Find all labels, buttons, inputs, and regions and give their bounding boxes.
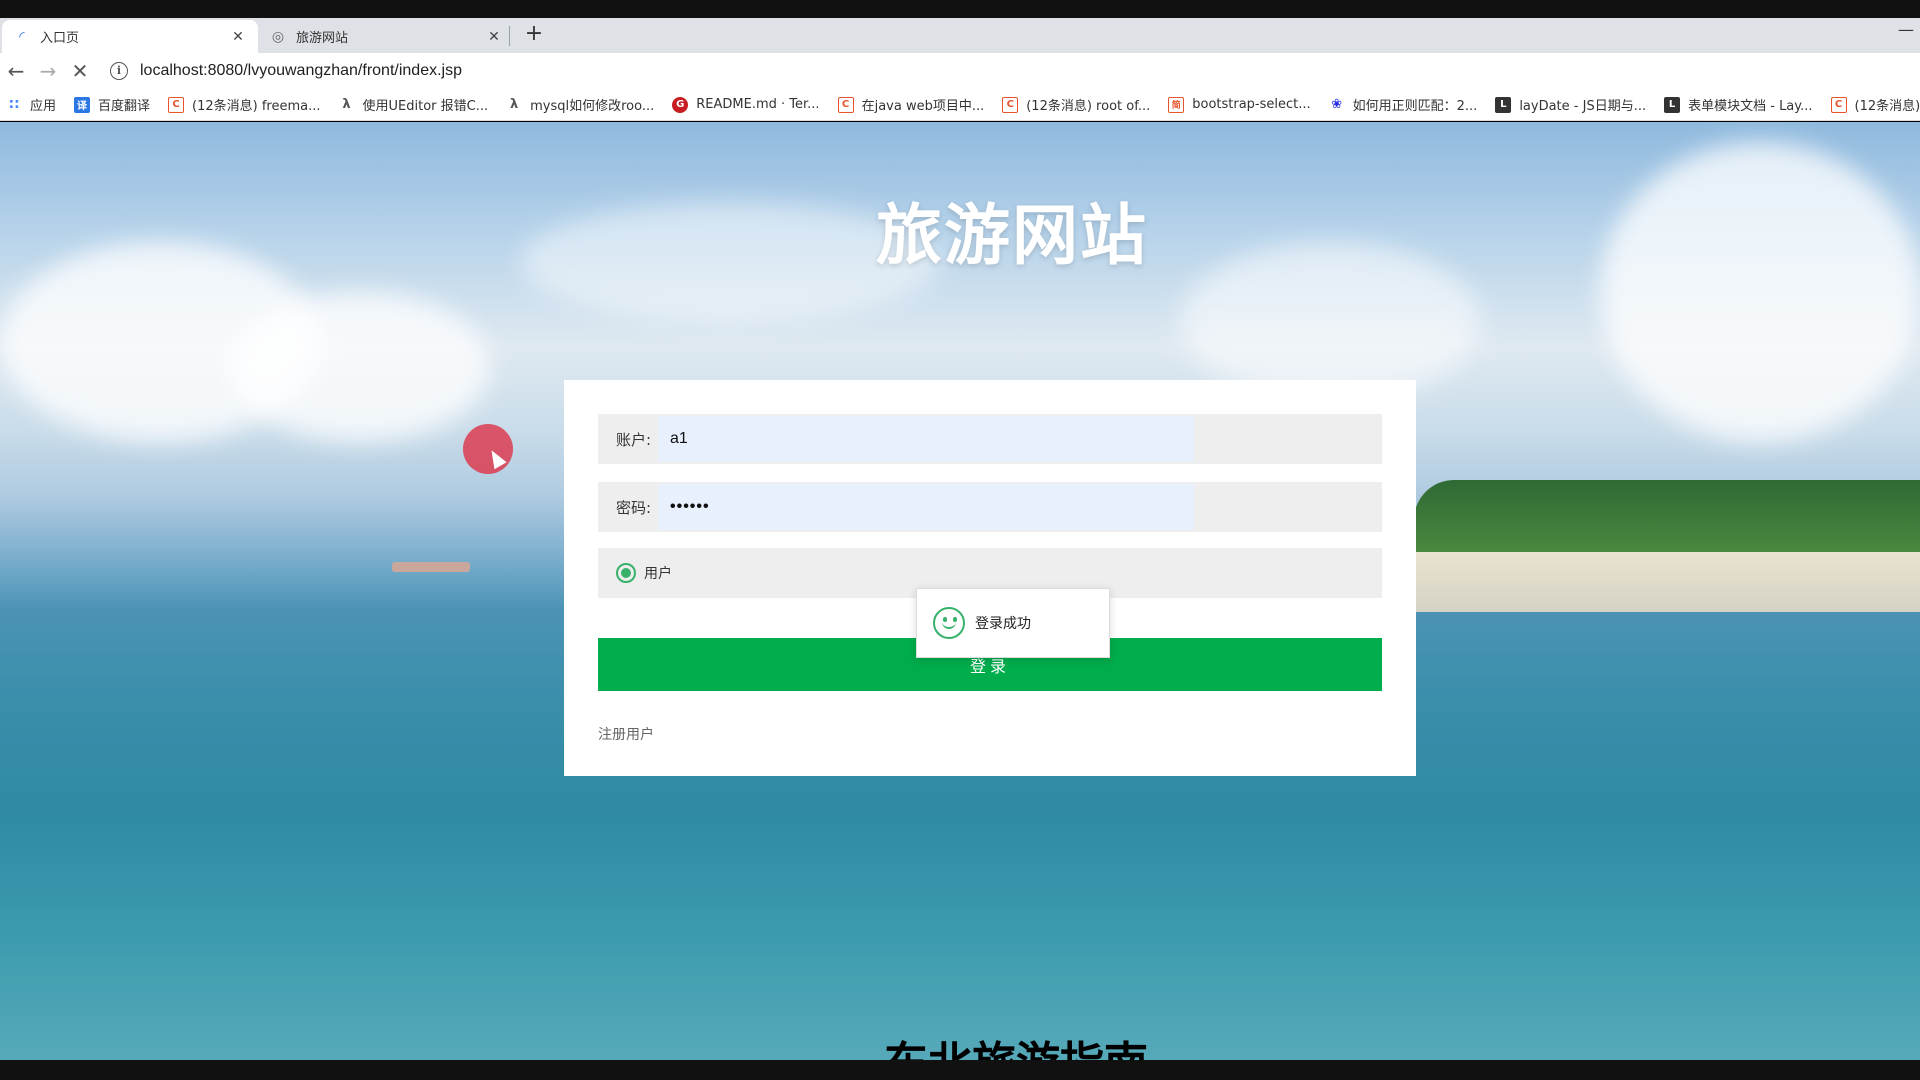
password-label: 密码:	[616, 498, 652, 517]
success-toast: 登录成功	[916, 588, 1110, 658]
bookmark-laydate[interactable]: L layDate - JS日期与...	[1495, 95, 1646, 114]
bookmark-readme[interactable]: G README.md · Ter...	[672, 96, 820, 113]
page-viewport: 旅游网站 账户: a1 密码: •••••• 用户 登录 注册用户 登录成功	[0, 122, 1920, 1060]
csdn-icon: C	[168, 96, 185, 113]
address-url: localhost:8080/lvyouwangzhan/front/index…	[140, 62, 462, 79]
bookmark-apps[interactable]: ∷ 应用	[6, 95, 57, 115]
layui-icon: L	[1495, 96, 1512, 113]
bookmark-label: 表单模块文档 - Lay...	[1688, 99, 1813, 114]
close-icon[interactable]: ✕	[230, 29, 246, 45]
click-indicator	[463, 424, 513, 474]
site-title: 旅游网站	[876, 197, 1148, 274]
new-tab-button[interactable]: +	[522, 23, 546, 47]
background-beach	[1414, 552, 1920, 612]
forward-arrow-icon[interactable]: →	[32, 55, 64, 87]
tab-title: 入口页	[40, 31, 80, 46]
bookmark-label: 使用UEditor 报错C...	[362, 99, 489, 114]
bookmark-label: (12条消息) root of...	[1026, 99, 1151, 114]
tab-title: 旅游网站	[296, 31, 349, 46]
bookmark-mysql[interactable]: λ mysql如何修改roo...	[506, 95, 654, 114]
tab-travel-site[interactable]: ◎ 旅游网站 ✕	[258, 20, 514, 53]
video-caption: 东北旅游指南	[0, 1036, 1920, 1060]
user-role-label: 用户	[644, 566, 672, 582]
bottom-black-band	[0, 1060, 1920, 1080]
baidu-icon: ❀	[1331, 97, 1343, 112]
background-boat	[392, 562, 470, 572]
bookmark-label: README.md · Ter...	[696, 97, 820, 112]
account-row: 账户: a1	[598, 414, 1382, 464]
tab-divider	[509, 26, 510, 46]
account-label: 账户:	[616, 430, 652, 449]
bookmark-ueditor[interactable]: λ 使用UEditor 报错C...	[339, 95, 489, 114]
address-bar[interactable]: i localhost:8080/lvyouwangzhan/front/ind…	[110, 56, 1910, 86]
account-input[interactable]: a1	[658, 416, 1194, 462]
bookmark-label: 应用	[30, 99, 57, 114]
info-icon[interactable]: i	[110, 62, 128, 80]
apps-grid-icon: ∷	[9, 96, 19, 113]
minimize-button[interactable]: —	[1898, 20, 1914, 39]
toast-message: 登录成功	[975, 616, 1031, 632]
bookmark-label: bootstrap-select...	[1192, 97, 1311, 112]
screen: ◜ 入口页 ✕ ◎ 旅游网站 ✕ + — ← → ✕ i localhost:8…	[0, 0, 1920, 1080]
back-arrow-icon[interactable]: ←	[0, 55, 32, 87]
user-role-radio[interactable]	[616, 563, 636, 583]
smile-icon	[933, 607, 965, 639]
layui-icon: L	[1664, 96, 1681, 113]
login-card: 账户: a1 密码: •••••• 用户 登录 注册用户	[564, 380, 1416, 776]
editor-icon: λ	[342, 97, 351, 112]
password-input[interactable]: ••••••	[658, 484, 1194, 530]
bookmark-about[interactable]: C (12条消息) 关于	[1830, 95, 1920, 114]
loading-icon: ◜	[19, 28, 25, 45]
bookmark-label: (12条消息) 关于	[1854, 99, 1920, 114]
gitee-icon: G	[672, 96, 689, 113]
top-black-band	[0, 0, 1920, 18]
smile-mouth	[942, 621, 956, 629]
csdn-icon: C	[1002, 96, 1019, 113]
bookmark-baidu-translate[interactable]: 译 百度翻译	[74, 95, 150, 114]
bookmark-root-of[interactable]: C (12条消息) root of...	[1002, 95, 1150, 114]
bookmark-label: mysql如何修改roo...	[530, 99, 655, 114]
register-link[interactable]: 注册用户	[598, 724, 654, 744]
bookmark-label: 在java web项目中...	[861, 99, 985, 114]
password-row: 密码: ••••••	[598, 482, 1382, 532]
translate-icon: 译	[74, 96, 91, 113]
csdn-icon: C	[1830, 96, 1847, 113]
doc-icon: 简	[1168, 96, 1185, 113]
bookmark-label: 百度翻译	[98, 99, 151, 114]
background-island	[1414, 480, 1920, 560]
bookmark-form-module[interactable]: L 表单模块文档 - Lay...	[1664, 95, 1813, 114]
editor-icon: λ	[510, 97, 519, 112]
bookmark-bootstrap-select[interactable]: 简 bootstrap-select...	[1168, 96, 1311, 113]
bookmark-label: (12条消息) freema...	[192, 99, 321, 114]
tab-strip: ◜ 入口页 ✕ ◎ 旅游网站 ✕	[0, 18, 1920, 53]
tab-entry-page[interactable]: ◜ 入口页 ✕	[2, 20, 258, 53]
globe-icon: ◎	[271, 28, 285, 45]
bookmark-freemarker[interactable]: C (12条消息) freema...	[168, 95, 321, 114]
csdn-icon: C	[837, 96, 854, 113]
bookmarks-bar: ∷ 应用 译 百度翻译 C (12条消息) freema... λ 使用UEdi…	[0, 89, 1920, 121]
bookmark-regex[interactable]: ❀ 如何用正则匹配：2...	[1329, 95, 1478, 114]
bookmark-label: 如何用正则匹配：2...	[1352, 99, 1478, 114]
close-icon[interactable]: ✕	[486, 29, 502, 45]
background-cloud	[230, 292, 490, 442]
bookmark-label: layDate - JS日期与...	[1519, 99, 1647, 114]
stop-loading-icon[interactable]: ✕	[64, 55, 96, 87]
bookmark-java-web[interactable]: C 在java web项目中...	[837, 95, 985, 114]
